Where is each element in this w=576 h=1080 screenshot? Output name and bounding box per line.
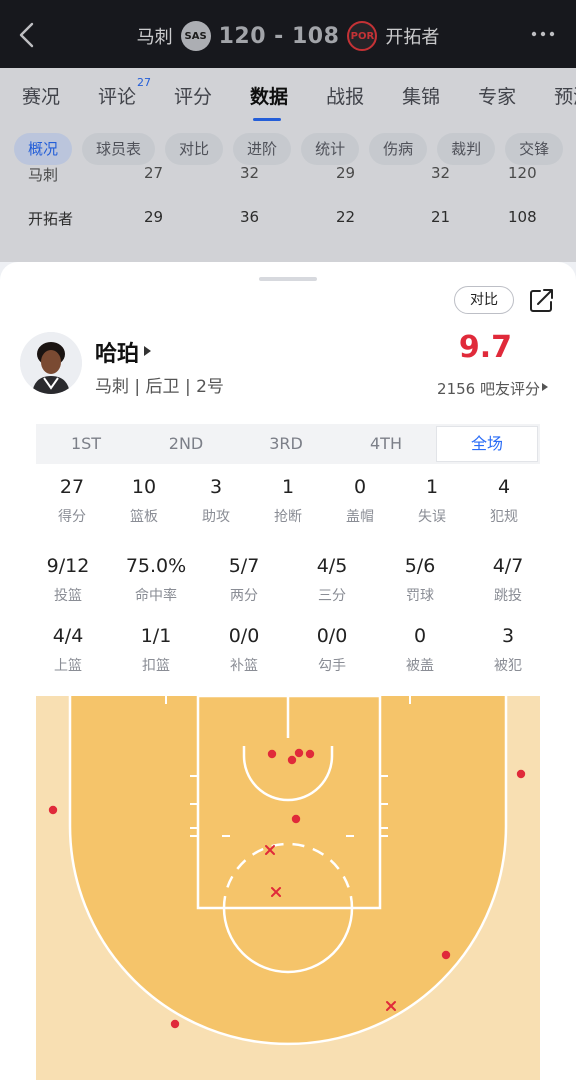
subtab-stats[interactable]: 统计 xyxy=(301,133,360,165)
player-avatar[interactable] xyxy=(20,332,82,394)
stat-points: 27 得分 xyxy=(58,476,86,525)
period-tab-3rd[interactable]: 3RD xyxy=(236,424,336,464)
made-shot-marker xyxy=(48,805,58,815)
table-row: 马刺 27 32 29 32 120 xyxy=(28,164,537,184)
period-tab-1st[interactable]: 1ST xyxy=(36,424,136,464)
sheet-handle[interactable] xyxy=(259,277,317,281)
stats-row-basic: 27 得分 10 篮板 3 助攻 1 抢断 0 盖帽 1 失误 4 犯规 xyxy=(36,476,540,526)
stat-dunk: 1/1 扣篮 xyxy=(140,625,172,674)
made-shot-marker xyxy=(441,950,451,960)
stat-ft: 5/6 罚球 xyxy=(404,555,436,604)
period-tab-4th[interactable]: 4TH xyxy=(336,424,436,464)
stat-fouled: 3 被犯 xyxy=(494,625,522,674)
caret-right-icon xyxy=(542,383,548,391)
away-team-name: 开拓者 xyxy=(385,27,440,48)
period-tabs: 1ST 2ND 3RD 4TH 全场 xyxy=(36,424,540,464)
rating-count-link[interactable]: 2156 吧友评分 xyxy=(437,378,540,399)
made-shot-marker xyxy=(294,748,304,758)
period-tab-2nd[interactable]: 2ND xyxy=(136,424,236,464)
player-meta: 马刺 | 后卫 | 2号 xyxy=(95,377,224,397)
main-tabs: 赛况 评论27 评分 数据 战报 集锦 专家 预测 xyxy=(0,68,576,122)
home-team-name: 马刺 xyxy=(136,27,173,48)
tab-report[interactable]: 战报 xyxy=(304,82,380,109)
tab-highlights[interactable]: 集锦 xyxy=(380,82,456,109)
made-shot-marker xyxy=(305,749,315,759)
subtab-h2h[interactable]: 交锋 xyxy=(505,133,564,165)
made-shot-marker xyxy=(287,755,297,765)
caret-right-icon xyxy=(144,346,151,356)
player-name[interactable]: 哈珀 xyxy=(95,336,139,368)
stat-putback: 0/0 补篮 xyxy=(228,625,260,674)
game-score: 120 - 108 xyxy=(218,23,340,49)
tab-data[interactable]: 数据 xyxy=(228,82,304,109)
subtab-advanced[interactable]: 进阶 xyxy=(233,133,292,165)
tab-experts[interactable]: 专家 xyxy=(456,82,532,109)
share-icon[interactable] xyxy=(528,286,556,314)
made-shot-marker xyxy=(516,769,526,779)
tab-ratings[interactable]: 评分 xyxy=(152,82,228,109)
tab-predict[interactable]: 预测 xyxy=(532,82,576,109)
subtab-compare[interactable]: 对比 xyxy=(165,133,224,165)
top-bar: 马刺 SAS 120 - 108 POR 开拓者 xyxy=(0,0,576,68)
stat-rebounds: 10 篮板 xyxy=(130,476,158,525)
subtab-injuries[interactable]: 伤病 xyxy=(369,133,428,165)
stat-2pt: 5/7 两分 xyxy=(228,555,260,604)
stat-fg-pct: 75.0% 命中率 xyxy=(125,555,187,604)
stat-3pt: 4/5 三分 xyxy=(316,555,348,604)
made-shot-marker xyxy=(170,1019,180,1029)
player-rating: 9.7 xyxy=(458,330,512,365)
tab-live[interactable]: 赛况 xyxy=(0,82,76,109)
subtab-referees[interactable]: 裁判 xyxy=(437,133,496,165)
stat-hook: 0/0 勾手 xyxy=(316,625,348,674)
stat-turnovers: 1 失误 xyxy=(418,476,446,525)
stats-row-shooting: 9/12 投篮 75.0% 命中率 5/7 两分 4/5 三分 5/6 罚球 4/7 跳投 xyxy=(24,555,552,605)
more-icon[interactable] xyxy=(530,26,556,42)
made-shot-marker xyxy=(291,814,301,824)
comments-badge: 27 xyxy=(137,75,152,89)
subtab-box-score[interactable]: 球员表 xyxy=(82,133,156,165)
made-shot-marker xyxy=(267,749,277,759)
stats-row-shot-types: 4/4 上篮 1/1 扣篮 0/0 补篮 0/0 勾手 0 被盖 3 被犯 xyxy=(24,625,552,675)
stat-layup: 4/4 上篮 xyxy=(52,625,84,674)
period-tab-full[interactable]: 全场 xyxy=(436,426,538,462)
stat-assists: 3 助攻 xyxy=(202,476,230,525)
stat-jumpshot: 4/7 跳投 xyxy=(492,555,524,604)
home-team-logo: SAS xyxy=(180,21,211,51)
shot-chart xyxy=(36,696,540,1080)
stat-fouls: 4 犯规 xyxy=(490,476,518,525)
stat-steals: 1 抢断 xyxy=(274,476,302,525)
score-header: 马刺 SAS 120 - 108 POR 开拓者 xyxy=(0,20,576,52)
player-sheet: 对比 哈珀 马刺 | 后卫 | 2号 9.7 2156 吧友评分 1ST 2ND… xyxy=(0,262,576,1080)
stat-blocks: 0 盖帽 xyxy=(346,476,374,525)
compare-button[interactable]: 对比 xyxy=(454,286,514,314)
stat-blocked: 0 被盖 xyxy=(406,625,434,674)
tab-comments[interactable]: 评论 27 xyxy=(76,76,152,109)
away-team-logo: POR xyxy=(347,21,378,51)
subtab-overview[interactable]: 概况 xyxy=(14,133,73,165)
stat-fg: 9/12 投篮 xyxy=(46,555,90,604)
table-row: 开拓者 29 36 22 21 108 xyxy=(28,208,537,228)
